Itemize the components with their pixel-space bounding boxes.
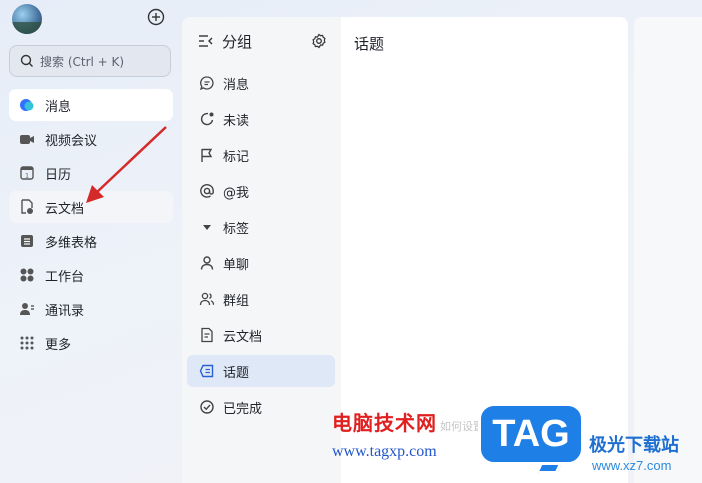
group-panel-title: 分组 [222,32,253,51]
group-panel: 分组 消息 未读 标记 @我 标签 单聊 群组 云文档 话题 已完成 [182,17,341,483]
group-item-label: 单聊 [223,257,250,273]
sidebar-item-video-meeting[interactable]: 视频会议 [9,123,173,155]
svg-text:1: 1 [25,173,29,180]
sidebar-item-more[interactable]: 更多 [9,327,173,359]
unread-icon [199,111,215,127]
cloud-doc-icon [19,199,35,215]
caret-down-icon[interactable] [199,219,215,235]
sidebar-item-label: 多维表格 [45,235,98,251]
at-icon [199,183,215,199]
add-icon[interactable] [147,8,165,26]
workspace-icon [19,267,35,283]
sidebar-nav: 消息 视频会议 1 日历 云文档 多维表格 工作台 通讯录 更多 [9,89,173,361]
person-icon [199,255,215,271]
sidebar-item-cloud-docs[interactable]: 云文档 [9,191,173,223]
flag-icon [199,147,215,163]
group-item-tags[interactable]: 标签 [187,211,335,243]
gear-icon[interactable] [311,33,327,49]
sidebar-item-label: 更多 [45,337,72,353]
group-item-cloud-docs[interactable]: 云文档 [187,319,335,351]
sidebar-item-label: 通讯录 [45,303,85,319]
more-icon [19,335,35,351]
sidebar-item-label: 视频会议 [45,133,98,149]
people-icon [199,291,215,307]
sidebar-item-label: 云文档 [45,201,85,217]
document-icon [199,327,215,343]
left-sidebar: 搜索 (Ctrl + K) 消息 视频会议 1 日历 云文档 多维表格 工作台 … [0,0,182,483]
group-item-label: @我 [223,185,250,201]
group-item-direct-chat[interactable]: 单聊 [187,247,335,279]
table-icon [19,233,35,249]
group-item-label: 群组 [223,293,250,309]
group-list: 消息 未读 标记 @我 标签 单聊 群组 云文档 话题 已完成 [187,67,335,427]
group-item-label: 话题 [223,365,250,381]
sidebar-item-workspace[interactable]: 工作台 [9,259,173,291]
avatar[interactable] [12,4,42,34]
sidebar-item-bitable[interactable]: 多维表格 [9,225,173,257]
message-icon [19,97,35,113]
sidebar-item-label: 工作台 [45,269,85,285]
contacts-icon [19,301,35,317]
sidebar-item-contacts[interactable]: 通讯录 [9,293,173,325]
topic-icon [199,363,215,379]
group-item-label: 消息 [223,77,250,93]
tag-logo: TAG [478,403,584,465]
group-item-flagged[interactable]: 标记 [187,139,335,171]
sidebar-item-label: 日历 [45,167,72,183]
group-item-done[interactable]: 已完成 [187,391,335,423]
brand-url: www.xz7.com [592,458,672,473]
calendar-icon: 1 [19,165,35,181]
sidebar-item-calendar[interactable]: 1 日历 [9,157,173,189]
video-icon [19,131,35,147]
collapse-menu-icon[interactable] [198,33,214,49]
detail-panel [634,17,702,483]
search-placeholder: 搜索 (Ctrl + K) [40,54,125,69]
group-item-messages[interactable]: 消息 [187,67,335,99]
group-item-label: 已完成 [223,401,263,417]
search-input[interactable]: 搜索 (Ctrl + K) [9,45,171,77]
sidebar-item-messages[interactable]: 消息 [9,89,173,121]
group-panel-header: 分组 [198,30,327,52]
group-item-topics[interactable]: 话题 [187,355,335,387]
panel-title: 话题 [354,35,385,53]
group-item-label: 未读 [223,113,250,129]
brand-name: 极光下载站 [589,435,679,456]
group-item-label: 云文档 [223,329,263,345]
check-circle-icon [199,399,215,415]
group-item-unread[interactable]: 未读 [187,103,335,135]
group-item-mentions[interactable]: @我 [187,175,335,207]
chat-bubble-icon [199,75,215,91]
watermark-url: www.tagxp.com [332,443,437,460]
search-icon [20,54,33,67]
group-item-groups[interactable]: 群组 [187,283,335,315]
sidebar-item-label: 消息 [45,99,72,115]
group-item-label: 标记 [223,149,250,165]
group-item-label: 标签 [223,221,250,237]
watermark-title: 电脑技术网 [332,411,437,435]
